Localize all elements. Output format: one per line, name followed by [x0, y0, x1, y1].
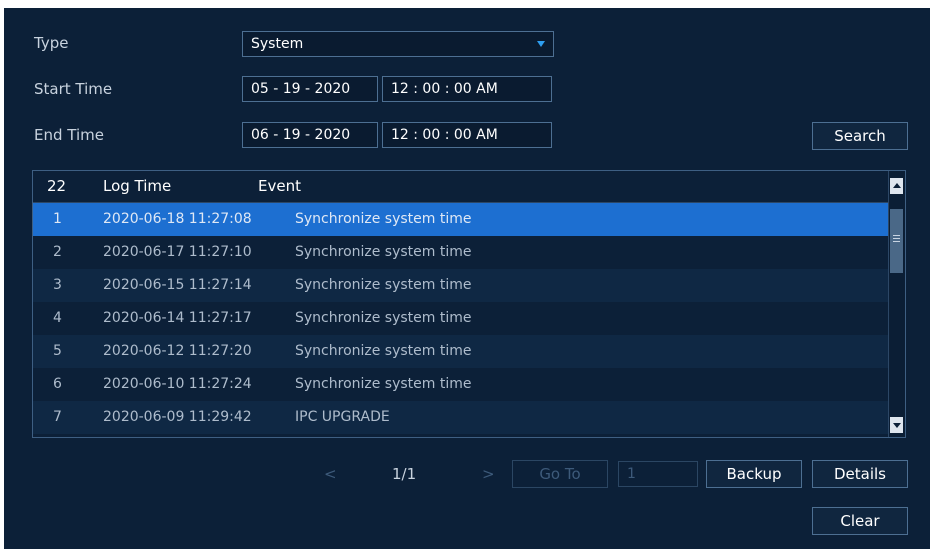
row-log-time: 2020-06-17 11:27:10 [103, 244, 252, 260]
chevron-down-icon [537, 41, 545, 47]
row-event: Synchronize system time [295, 343, 472, 359]
row-number: 7 [53, 409, 62, 425]
start-time-field[interactable]: 12 : 00 : 00 AM [382, 76, 552, 102]
table-header: 22 Log Time Event [33, 171, 889, 203]
chevron-down-icon [893, 423, 901, 428]
goto-page-field[interactable]: 1 [618, 461, 698, 487]
row-event: Synchronize system time [295, 277, 472, 293]
end-time-field[interactable]: 12 : 00 : 00 AM [382, 122, 552, 148]
row-event: IPC UPGRADE [295, 409, 390, 425]
prev-page-button[interactable]: < [324, 465, 337, 483]
row-event: Synchronize system time [295, 376, 472, 392]
row-log-time: 2020-06-10 11:27:24 [103, 376, 252, 392]
table-row[interactable]: 5 2020-06-12 11:27:20 Synchronize system… [33, 335, 889, 368]
type-dropdown-value: System [251, 36, 304, 52]
scroll-thumb[interactable] [890, 209, 903, 273]
row-log-time: 2020-06-12 11:27:20 [103, 343, 252, 359]
table-row[interactable]: 4 2020-06-14 11:27:17 Synchronize system… [33, 302, 889, 335]
table-row[interactable]: 1 2020-06-18 11:27:08 Synchronize system… [33, 203, 889, 236]
log-search-panel: Type System Start Time 05 - 19 - 2020 12… [4, 8, 930, 549]
details-button[interactable]: Details [812, 460, 908, 488]
chevron-up-icon [893, 183, 901, 188]
table-row[interactable]: 3 2020-06-15 11:27:14 Synchronize system… [33, 269, 889, 302]
type-dropdown[interactable]: System [242, 31, 554, 57]
end-date-field[interactable]: 06 - 19 - 2020 [242, 122, 378, 148]
goto-button[interactable]: Go To [512, 460, 608, 488]
scroll-up-button[interactable] [890, 178, 903, 194]
table-scrollbar[interactable] [888, 171, 905, 437]
row-event: Synchronize system time [295, 211, 472, 227]
backup-button[interactable]: Backup [706, 460, 802, 488]
row-number: 6 [53, 376, 62, 392]
end-time-label: End Time [34, 126, 104, 144]
log-table: 22 Log Time Event 1 2020-06-18 11:27:08 … [32, 170, 906, 438]
log-count: 22 [47, 177, 67, 195]
row-event: Synchronize system time [295, 310, 472, 326]
row-number: 2 [53, 244, 62, 260]
row-number: 4 [53, 310, 62, 326]
row-number: 5 [53, 343, 62, 359]
row-log-time: 2020-06-18 11:27:08 [103, 211, 252, 227]
column-log-time[interactable]: Log Time [103, 177, 171, 195]
clear-button[interactable]: Clear [812, 507, 908, 535]
table-row[interactable]: 2 2020-06-17 11:27:10 Synchronize system… [33, 236, 889, 269]
next-page-button[interactable]: > [482, 465, 495, 483]
row-number: 3 [53, 277, 62, 293]
start-time-label: Start Time [34, 80, 113, 98]
row-number: 1 [53, 211, 62, 227]
grip-icon [893, 235, 900, 236]
page-indicator: 1/1 [392, 465, 417, 483]
table-row[interactable]: 6 2020-06-10 11:27:24 Synchronize system… [33, 368, 889, 401]
row-log-time: 2020-06-14 11:27:17 [103, 310, 252, 326]
column-event[interactable]: Event [258, 177, 301, 195]
scroll-down-button[interactable] [890, 417, 903, 433]
type-label: Type [34, 34, 69, 52]
row-event: Synchronize system time [295, 244, 472, 260]
row-log-time: 2020-06-09 11:29:42 [103, 409, 252, 425]
search-button[interactable]: Search [812, 122, 908, 150]
table-row[interactable]: 7 2020-06-09 11:29:42 IPC UPGRADE [33, 401, 889, 434]
start-date-field[interactable]: 05 - 19 - 2020 [242, 76, 378, 102]
row-log-time: 2020-06-15 11:27:14 [103, 277, 252, 293]
